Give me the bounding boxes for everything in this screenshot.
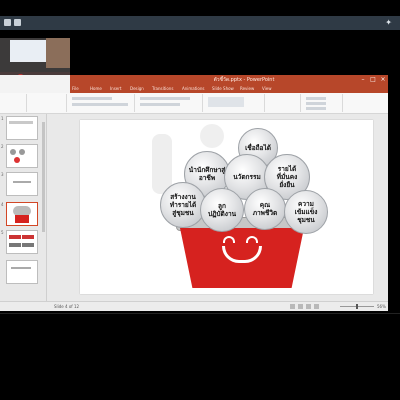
font-group[interactable] [68,94,135,112]
normal-view-icon[interactable] [290,304,295,309]
slide-number: 1 [1,116,4,121]
camera-wall [46,38,70,68]
editing-group[interactable] [302,94,343,112]
tab-insert[interactable]: Insert [110,85,121,93]
minimize-button[interactable]: – [360,76,366,83]
zoom-slider-knob[interactable] [356,304,358,309]
meeting-toolbar: ✦ [0,16,400,30]
slide-canvas: เชื่อถือได้ นำนักศึกษาสู่อาชีพ นวัตกรรม … [47,114,388,301]
clipboard-group[interactable] [2,94,27,112]
share-icon[interactable] [14,19,21,26]
slide-thumbnails: 1 2 3 4 5 [0,114,47,301]
drawing-group[interactable] [204,94,265,112]
tab-review[interactable]: Review [240,85,254,93]
maximize-button[interactable]: □ [370,76,376,83]
divider [0,313,400,314]
slide-thumbnail[interactable] [6,260,38,284]
slide-number: 2 [1,144,4,149]
tab-animations[interactable]: Animations [182,85,204,93]
reading-view-icon[interactable] [306,304,311,309]
status-bar: Slide 4 of 12 56% [0,301,388,311]
slide-counter: Slide 4 of 12 [54,304,80,309]
tab-home[interactable]: Home [90,85,102,93]
slides-group[interactable] [28,94,67,112]
slide-thumbnail[interactable] [6,230,38,254]
smiley-pot [180,228,304,288]
tab-transitions[interactable]: Transitions [152,85,173,93]
tab-design[interactable]: Design [130,85,144,93]
slide[interactable]: เชื่อถือได้ นำนักศึกษาสู่อาชีพ นวัตกรรม … [80,120,373,294]
bubble[interactable]: ความ เข้มแข็ง ชุมชน [284,190,328,234]
tab-slide-show[interactable]: Slide Show [212,85,234,93]
thumbnail-scrollbar[interactable] [42,122,45,232]
ribbon [0,93,388,114]
background-decoration [152,134,172,194]
paragraph-group[interactable] [136,94,203,112]
slide-number: 4 [1,202,4,207]
slide-thumbnail-active[interactable] [6,202,38,226]
ribbon-tabs: File Home Insert Design Transitions Anim… [70,85,388,93]
arrange-group[interactable] [266,94,301,112]
background-decoration [200,124,224,148]
slide-number: 5 [1,230,4,235]
close-button[interactable]: × [380,76,386,83]
tab-view[interactable]: View [262,85,272,93]
slide-thumbnail[interactable] [6,144,38,168]
bubble[interactable]: คุณ ภาพชีวิต [244,188,286,230]
slide-number: 3 [1,172,4,177]
bubble[interactable]: ลูก ปฏิบัติงาน [200,188,244,232]
pot-smile [222,246,262,263]
slide-sorter-icon[interactable] [298,304,303,309]
projector-screen [10,40,46,62]
slideshow-icon[interactable] [314,304,319,309]
slide-thumbnail[interactable] [6,116,38,140]
title-bar: ตัวชี้วัด.pptx - PowerPoint – □ × [70,75,388,85]
slide-thumbnail[interactable] [6,172,38,196]
zoom-level[interactable]: 56% [377,302,386,311]
bubble[interactable]: สร้างงาน ทำรายได้ สู่ชุมชน [160,182,206,228]
pot-eye [246,236,258,243]
menu-icon[interactable] [4,19,11,26]
pot-eye [223,236,235,243]
window-title: ตัวชี้วัด.pptx - PowerPoint [213,77,275,83]
pin-icon[interactable]: ✦ [385,17,392,29]
tab-file[interactable]: File [72,85,79,93]
powerpoint-window: ตัวชี้วัด.pptx - PowerPoint – □ × File H… [0,75,388,311]
